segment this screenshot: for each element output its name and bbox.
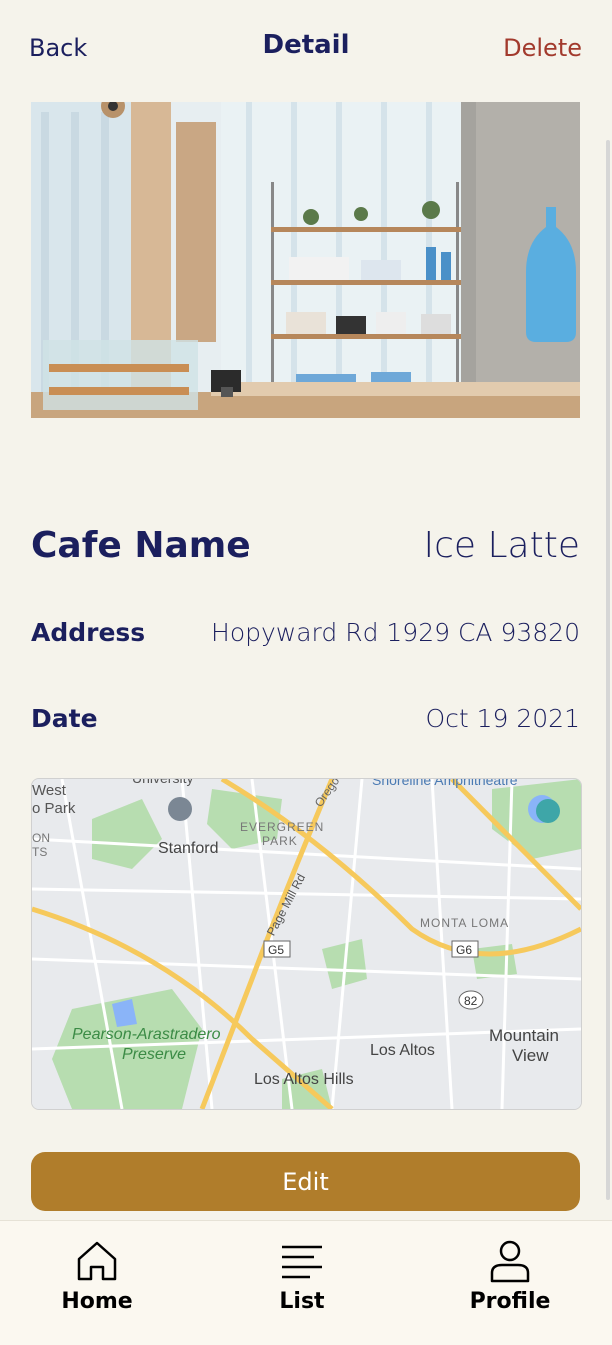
svg-text:Mountain: Mountain xyxy=(489,1026,559,1045)
top-nav-bar: Back Detail Delete xyxy=(0,0,612,100)
cafe-photo xyxy=(31,102,580,418)
svg-text:MONTA LOMA: MONTA LOMA xyxy=(420,916,509,930)
svg-text:ON: ON xyxy=(32,831,50,845)
svg-text:Pearson-Arastradero: Pearson-Arastradero xyxy=(72,1026,221,1043)
svg-text:o Park: o Park xyxy=(32,800,76,817)
svg-text:Los Altos: Los Altos xyxy=(370,1042,435,1059)
delete-button[interactable]: Delete xyxy=(503,34,582,62)
svg-text:University: University xyxy=(132,779,193,786)
bottom-tab-bar: Home List Profile xyxy=(0,1220,612,1345)
svg-text:TS: TS xyxy=(32,845,47,859)
svg-text:82: 82 xyxy=(464,994,478,1008)
svg-text:Los Altos Hills: Los Altos Hills xyxy=(254,1071,354,1088)
date-value: Oct 19 2021 xyxy=(425,703,580,733)
tab-profile-label: Profile xyxy=(469,1289,551,1314)
edit-button[interactable]: Edit xyxy=(31,1152,580,1211)
list-icon xyxy=(282,1245,322,1279)
svg-text:View: View xyxy=(512,1046,549,1065)
tab-profile[interactable]: Profile xyxy=(450,1239,570,1314)
svg-text:G5: G5 xyxy=(268,943,284,957)
address-label: Address xyxy=(31,617,146,647)
address-value: Hopyward Rd 1929 CA 93820 xyxy=(211,617,580,647)
date-label: Date xyxy=(31,703,98,733)
svg-text:Stanford: Stanford xyxy=(158,840,218,857)
profile-icon xyxy=(490,1240,530,1283)
tab-list[interactable]: List xyxy=(242,1239,362,1314)
cafe-name-label: Cafe Name xyxy=(31,524,251,566)
scrollbar[interactable] xyxy=(606,140,610,1200)
cafe-name-value: Ice Latte xyxy=(423,524,581,566)
svg-text:Preserve: Preserve xyxy=(122,1046,186,1063)
date-row: Date Oct 19 2021 xyxy=(31,698,580,738)
address-row: Address Hopyward Rd 1929 CA 93820 xyxy=(31,612,580,652)
tab-list-label: List xyxy=(279,1289,325,1314)
svg-text:West: West xyxy=(32,782,67,799)
location-map[interactable]: University West o Park Stanford EVERGREE… xyxy=(31,778,582,1110)
home-icon xyxy=(77,1241,117,1281)
tab-home-label: Home xyxy=(61,1289,133,1314)
svg-text:EVERGREEN: EVERGREEN xyxy=(240,820,324,834)
tab-home[interactable]: Home xyxy=(37,1239,157,1314)
cafe-name-row: Cafe Name Ice Latte xyxy=(31,520,580,570)
svg-text:Shoreline Amphitheatre: Shoreline Amphitheatre xyxy=(372,779,518,788)
svg-text:G6: G6 xyxy=(456,943,472,957)
svg-text:PARK: PARK xyxy=(262,834,298,848)
